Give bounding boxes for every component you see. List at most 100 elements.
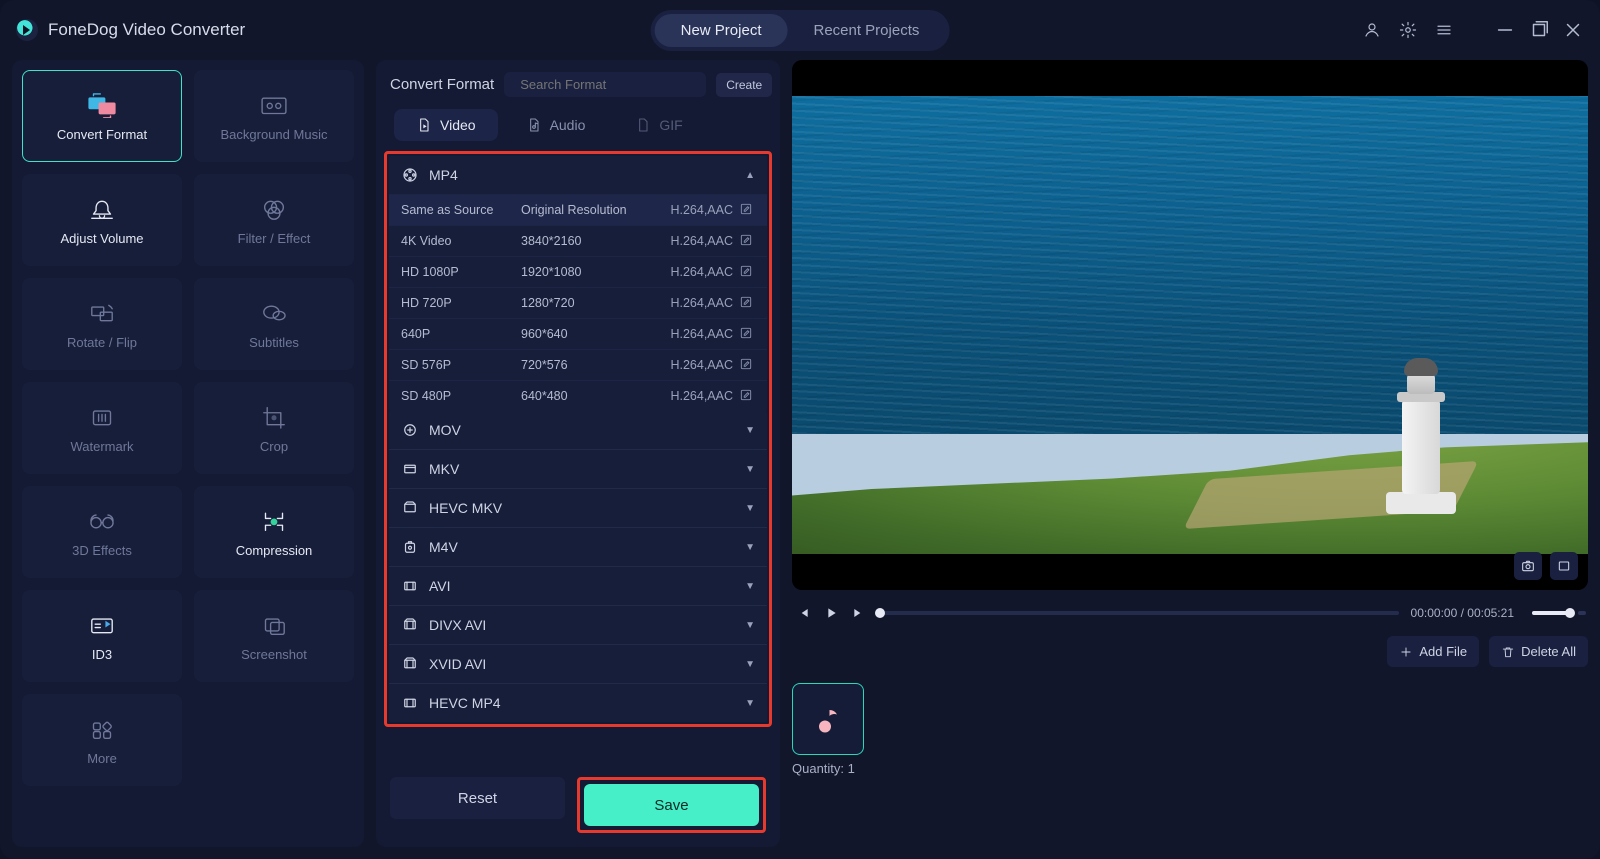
format-group-mp4: MP4 ▲ Same as SourceOriginal ResolutionH… xyxy=(389,156,767,411)
format-type-icon xyxy=(401,538,419,556)
tool-3d-effects[interactable]: 3D Effects xyxy=(22,486,182,578)
chevron-down-icon: ▼ xyxy=(745,542,755,553)
reel-icon xyxy=(401,166,419,184)
highlight-save: Save xyxy=(577,777,766,833)
next-button[interactable] xyxy=(850,604,868,622)
format-row[interactable]: Same as SourceOriginal ResolutionH.264,A… xyxy=(389,194,767,225)
edit-icon[interactable] xyxy=(739,388,755,404)
seek-bar[interactable] xyxy=(880,611,1399,615)
tab-label: Video xyxy=(440,117,476,133)
account-icon[interactable] xyxy=(1360,18,1384,42)
preset-codec: H.264,AAC xyxy=(670,234,733,248)
volume-bar[interactable] xyxy=(1532,611,1572,615)
window-minimize[interactable] xyxy=(1494,19,1516,41)
tool-label: Screenshot xyxy=(241,647,307,662)
preset-res: 1920*1080 xyxy=(521,265,670,279)
subtitles-icon xyxy=(256,299,292,327)
prev-button[interactable] xyxy=(794,604,812,622)
play-button[interactable] xyxy=(822,604,840,622)
format-group: XVID AVI ▼ xyxy=(389,644,767,683)
format-head[interactable]: AVI▼ xyxy=(389,566,767,605)
preset-codec: H.264,AAC xyxy=(670,327,733,341)
snapshot-button[interactable] xyxy=(1514,552,1542,580)
search-input[interactable] xyxy=(520,77,696,92)
tool-label: ID3 xyxy=(92,647,112,662)
preset-name: HD 720P xyxy=(401,296,521,310)
filter-icon xyxy=(256,195,292,223)
gear-icon[interactable] xyxy=(1396,18,1420,42)
format-group: HEVC MP4▼ xyxy=(389,683,767,722)
edit-icon[interactable] xyxy=(739,295,755,311)
app-title: FoneDog Video Converter xyxy=(48,20,245,40)
format-row[interactable]: HD 720P1280*720H.264,AAC xyxy=(389,287,767,318)
tab-gif[interactable]: GIF xyxy=(613,109,704,141)
edit-icon[interactable] xyxy=(739,264,755,280)
tool-crop[interactable]: Crop xyxy=(194,382,354,474)
tool-watermark[interactable]: Watermark xyxy=(22,382,182,474)
edit-icon[interactable] xyxy=(739,202,755,218)
edit-icon[interactable] xyxy=(739,326,755,342)
format-row[interactable]: 4K Video3840*2160H.264,AAC xyxy=(389,225,767,256)
edit-icon[interactable] xyxy=(739,233,755,249)
format-name: HEVC MKV xyxy=(429,500,502,516)
preset-name: SD 576P xyxy=(401,358,521,372)
format-head[interactable]: MOV▼ xyxy=(389,411,767,449)
tool-more[interactable]: More xyxy=(22,694,182,786)
chevron-down-icon: ▼ xyxy=(745,659,755,670)
tab-video[interactable]: Video xyxy=(394,109,498,141)
create-button[interactable]: Create xyxy=(716,73,772,97)
fullscreen-button[interactable] xyxy=(1550,552,1578,580)
tool-background-music[interactable]: Background Music xyxy=(194,70,354,162)
tool-subtitles[interactable]: Subtitles xyxy=(194,278,354,370)
chevron-down-icon: ▼ xyxy=(745,620,755,631)
window-maximize[interactable] xyxy=(1528,19,1550,41)
format-head[interactable]: HEVC MKV▼ xyxy=(389,488,767,527)
format-head[interactable]: M4V▼ xyxy=(389,527,767,566)
format-head-mp4[interactable]: MP4 ▲ xyxy=(389,156,767,194)
format-head[interactable]: HEVC MP4▼ xyxy=(389,683,767,722)
tool-adjust-volume[interactable]: Adjust Volume xyxy=(22,174,182,266)
compress-icon xyxy=(256,507,292,535)
file-thumbnail[interactable] xyxy=(792,683,864,755)
search-format[interactable] xyxy=(504,72,706,97)
preset-res: 3840*2160 xyxy=(521,234,670,248)
tool-id3[interactable]: ID3 xyxy=(22,590,182,682)
reset-button[interactable]: Reset xyxy=(390,777,565,819)
format-name: XVID AVI xyxy=(429,656,486,672)
convert-icon xyxy=(84,91,120,119)
tab-audio[interactable]: Audio xyxy=(504,109,608,141)
crop-icon xyxy=(256,403,292,431)
chevron-up-icon: ▲ xyxy=(745,170,755,181)
delete-all-button[interactable]: Delete All xyxy=(1489,636,1588,667)
tool-filter-effect[interactable]: Filter / Effect xyxy=(194,174,354,266)
edit-icon[interactable] xyxy=(739,357,755,373)
tool-compression[interactable]: Compression xyxy=(194,486,354,578)
tool-screenshot[interactable]: Screenshot xyxy=(194,590,354,682)
preset-codec: H.264,AAC xyxy=(670,265,733,279)
format-type-icon xyxy=(401,499,419,517)
format-row[interactable]: HD 1080P1920*1080H.264,AAC xyxy=(389,256,767,287)
tab-new-project[interactable]: New Project xyxy=(655,14,788,47)
format-name: HEVC MP4 xyxy=(429,695,501,711)
tool-label: Adjust Volume xyxy=(60,231,143,246)
highlight-format-list: MP4 ▲ Same as SourceOriginal ResolutionH… xyxy=(384,151,772,727)
format-head[interactable]: DIVX AVI▼ xyxy=(389,605,767,644)
format-head[interactable]: MKV▼ xyxy=(389,449,767,488)
chevron-down-icon: ▼ xyxy=(745,425,755,436)
menu-icon[interactable] xyxy=(1432,18,1456,42)
format-row[interactable]: 640P960*640H.264,AAC xyxy=(389,318,767,349)
app-logo xyxy=(16,19,38,41)
format-row[interactable]: SD 576P720*576H.264,AAC xyxy=(389,349,767,380)
tool-label: Filter / Effect xyxy=(238,231,311,246)
tool-convert-format[interactable]: Convert Format xyxy=(22,70,182,162)
save-button[interactable]: Save xyxy=(584,784,759,826)
format-row[interactable]: SD 480P640*480H.264,AAC xyxy=(389,380,767,411)
time-display: 00:00:00 / 00:05:21 xyxy=(1411,606,1514,620)
tool-label: Background Music xyxy=(221,127,328,142)
format-head[interactable]: XVID AVI ▼ xyxy=(389,644,767,683)
tool-rotate-flip[interactable]: Rotate / Flip xyxy=(22,278,182,370)
tab-recent-projects[interactable]: Recent Projects xyxy=(787,14,945,47)
add-file-button[interactable]: Add File xyxy=(1387,636,1479,667)
window-close[interactable] xyxy=(1562,19,1584,41)
quantity-label: Quantity: 1 xyxy=(792,761,864,776)
